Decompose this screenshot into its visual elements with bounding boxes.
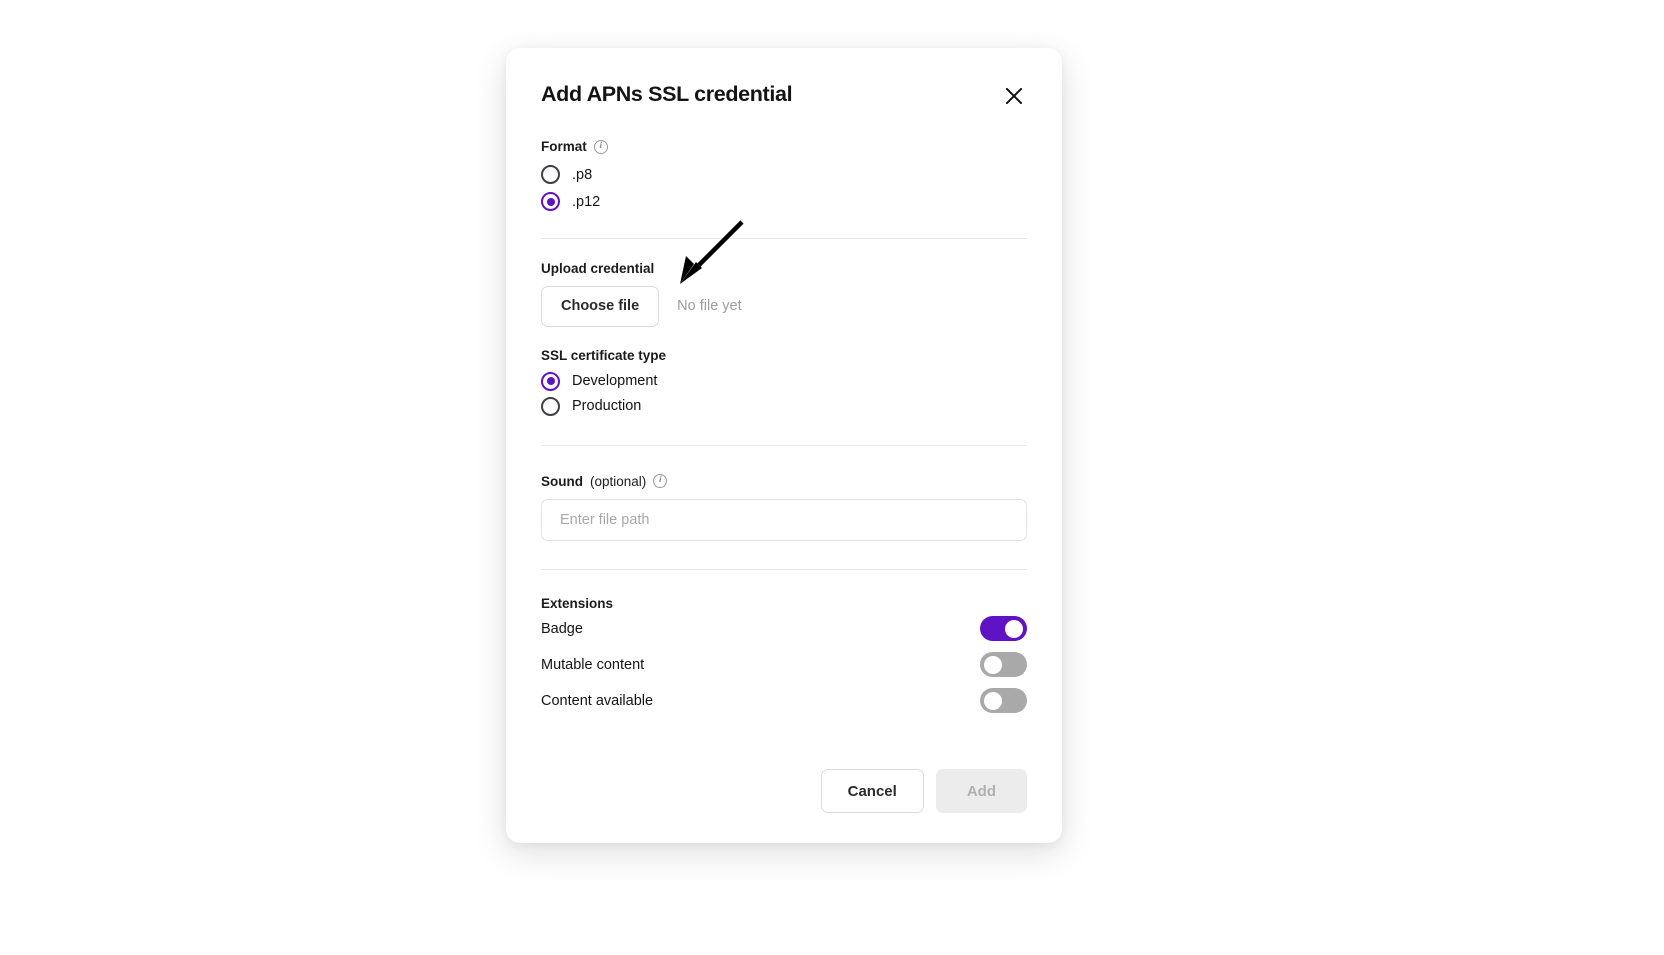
divider — [541, 568, 1027, 570]
file-status-text: No file yet — [677, 298, 742, 315]
sound-file-path-input[interactable] — [541, 498, 1027, 541]
radio-option-p8[interactable]: .p8 — [541, 163, 1027, 186]
extensions-title: Extensions — [541, 595, 614, 611]
radio-option-p12[interactable]: .p12 — [541, 190, 1027, 213]
info-icon[interactable]: i — [653, 474, 668, 488]
add-apns-ssl-credential-dialog: Add APNs SSL credential Format i .p8 .p1… — [506, 48, 1062, 843]
format-label: Format — [541, 139, 587, 154]
radio-label: .p12 — [572, 193, 601, 210]
sound-label-row: Sound (optional) i — [541, 474, 1027, 489]
extension-label: Mutable content — [541, 656, 645, 673]
extension-row-mutable-content: Mutable content — [541, 647, 1027, 683]
toggle-content-available[interactable] — [980, 688, 1027, 713]
info-icon[interactable]: i — [593, 139, 608, 154]
format-section: Format i .p8 .p12 — [541, 139, 1027, 213]
radio-indicator — [541, 371, 560, 391]
format-label-row: Format i — [541, 139, 1027, 154]
toggle-mutable-content[interactable] — [980, 652, 1027, 677]
extension-label: Badge — [541, 620, 583, 637]
divider — [541, 444, 1027, 446]
dialog-footer: Cancel Add — [541, 769, 1027, 813]
toggle-knob — [1005, 619, 1023, 638]
radio-option-development[interactable]: Development — [541, 370, 1027, 393]
dialog-title: Add APNs SSL credential — [541, 82, 793, 106]
toggle-knob — [984, 655, 1002, 674]
dialog-header: Add APNs SSL credential — [541, 82, 1027, 109]
radio-indicator — [541, 192, 560, 211]
radio-option-production[interactable]: Production — [541, 395, 1027, 418]
choose-file-button[interactable]: Choose file — [541, 286, 660, 327]
radio-label: Development — [572, 373, 658, 389]
upload-credential-section: Upload credential Choose file No file ye… — [541, 261, 1027, 327]
sound-section: Sound (optional) i — [541, 474, 1027, 541]
toggle-knob — [984, 691, 1002, 710]
divider — [541, 238, 1027, 239]
certificate-radio-group: Development Production — [541, 370, 1027, 418]
toggle-badge[interactable] — [980, 616, 1027, 641]
sound-label: Sound — [541, 473, 583, 489]
ssl-certificate-type-label: SSL certificate type — [541, 347, 667, 363]
radio-indicator — [541, 165, 560, 184]
extension-row-content-available: Content available — [541, 683, 1027, 719]
radio-label: Production — [572, 398, 642, 414]
extension-label: Content available — [541, 692, 654, 709]
cancel-button[interactable]: Cancel — [820, 769, 924, 813]
extension-row-badge: Badge — [541, 611, 1027, 647]
radio-indicator — [541, 396, 560, 416]
close-icon[interactable] — [1001, 83, 1027, 109]
upload-credential-label: Upload credential — [541, 261, 655, 276]
format-radio-group: .p8 .p12 — [541, 163, 1027, 213]
sound-optional-text: (optional) — [590, 473, 647, 489]
add-button: Add — [935, 769, 1027, 813]
ssl-certificate-type-section: SSL certificate type Development Product… — [541, 348, 1027, 418]
radio-label: .p8 — [572, 166, 593, 183]
upload-row: Choose file No file yet — [541, 286, 1027, 327]
extensions-section: Extensions Badge Mutable content Content… — [541, 596, 1027, 719]
